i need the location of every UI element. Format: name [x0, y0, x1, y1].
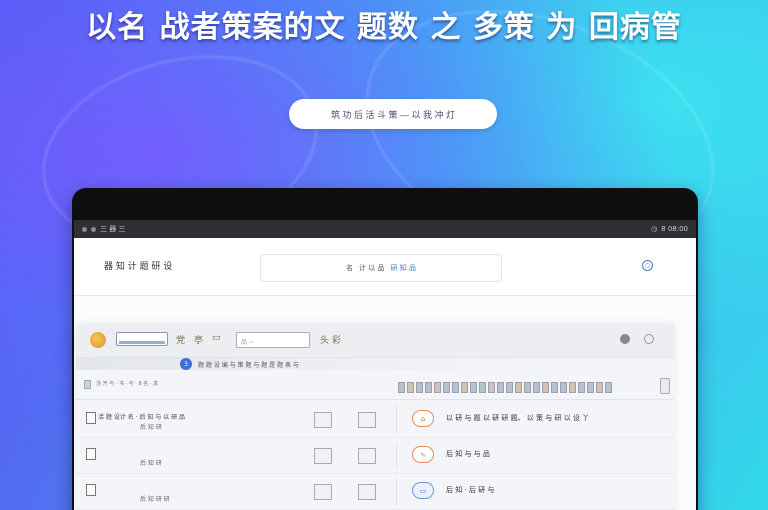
thumbnail[interactable]	[416, 382, 423, 393]
content-panel: 党 亭 ▭ 品 ~ 头 彩 3 题 题 设 编 与 策 题 与 题 是 题 表 …	[76, 324, 674, 510]
row-description: 以 研 与 题 以 研 研 题、 以 策 与 研 以 设 丫	[446, 414, 590, 422]
clock-icon: ◷	[651, 225, 658, 233]
list-header: 活 开 与 · 书 · 与 · 8 名 · 发	[76, 372, 674, 400]
thumbnail[interactable]	[587, 382, 594, 393]
toolbar-icon-1[interactable]: 党	[176, 333, 185, 346]
thumbnail[interactable]	[560, 382, 567, 393]
row-action-icon[interactable]	[314, 448, 332, 464]
table-row[interactable]: 后 知 研 研 ▭ 后 知 · 后 研 与	[76, 474, 674, 510]
document-icon	[84, 380, 91, 389]
thumbnail[interactable]	[443, 382, 450, 393]
row-subtitle: 后 知 研	[140, 424, 162, 431]
window-dot-icon[interactable]	[91, 226, 96, 232]
search-prefix: 名	[346, 264, 354, 272]
device-frame: 三 器 三 ◷ 8 08:00 器 知 计 题 研 设 名 计 以 品 研 知 …	[72, 188, 698, 510]
row-subtitle: 后 知 研	[140, 460, 162, 467]
user-icon[interactable]: ○	[642, 260, 653, 271]
search-accent: 研 知 品	[390, 264, 416, 272]
thumbnail[interactable]	[605, 382, 612, 393]
search-input[interactable]: 名 计 以 品 研 知 品	[260, 254, 502, 282]
row-action-icon[interactable]	[358, 448, 376, 464]
hero-cta-button[interactable]: 筑 功 后 活 斗 策 — 以 我 冲 灯	[289, 99, 497, 129]
toolbar-field[interactable]	[116, 332, 168, 346]
app-screen: 器 知 计 题 研 设 名 计 以 品 研 知 品 ○ 党 亭 ▭ 品 ~ 头 …	[74, 238, 696, 510]
row-description: 后 知 与 与 品	[446, 450, 490, 458]
thumbnail[interactable]	[488, 382, 495, 393]
thumbnail[interactable]	[551, 382, 558, 393]
thumbnail[interactable]	[533, 382, 540, 393]
filter-bar	[76, 358, 674, 370]
thumbnail[interactable]	[542, 382, 549, 393]
thumbnail[interactable]	[461, 382, 468, 393]
file-icon	[86, 412, 96, 424]
row-action-icon[interactable]	[358, 484, 376, 500]
statusbar-right: ◷ 8 08:00	[651, 225, 688, 233]
row-divider	[396, 406, 397, 434]
scroll-handle[interactable]	[660, 378, 670, 394]
toolbar-icon-3[interactable]: ▭	[212, 333, 221, 343]
thumbnail[interactable]	[434, 382, 441, 393]
window-dot-icon[interactable]	[82, 226, 87, 232]
thumbnail[interactable]	[515, 382, 522, 393]
row-action-icon[interactable]	[314, 412, 332, 428]
thumbnail[interactable]	[425, 382, 432, 393]
help-icon[interactable]	[644, 334, 654, 344]
thumbnail[interactable]	[470, 382, 477, 393]
row-title: 活 题 设计 名 · 后 知 与 以 研 品	[98, 414, 185, 421]
thumbnail[interactable]	[569, 382, 576, 393]
thumbnail[interactable]	[524, 382, 531, 393]
row-divider	[396, 442, 397, 470]
row-pill-icon[interactable]: ▭	[412, 482, 434, 499]
row-description: 后 知 · 后 研 与	[446, 486, 495, 494]
statusbar-left-text: 三 器 三	[100, 225, 126, 233]
statusbar-time: 8 08:00	[661, 225, 688, 233]
device-statusbar: 三 器 三 ◷ 8 08:00	[74, 220, 696, 238]
app-title: 器 知 计 题 研 设	[104, 262, 173, 272]
thumbnail[interactable]	[452, 382, 459, 393]
row-pill-icon[interactable]: ⌂	[412, 410, 434, 427]
thumbnail[interactable]	[497, 382, 504, 393]
toolbar-icon-4[interactable]: 头 彩	[320, 333, 341, 346]
hero-title: 以名 战者策案的文 题数 之 多策 为 回病管	[86, 10, 682, 45]
user-icon-glyph: ○	[644, 262, 651, 269]
table-row[interactable]: 后 知 研 ∿ 后 知 与 与 品	[76, 438, 674, 474]
row-subtitle: 后 知 研 研	[140, 496, 170, 503]
row-action-icon[interactable]	[358, 412, 376, 428]
table-row[interactable]: 活 题 设计 名 · 后 知 与 以 研 品后 知 研 ⌂ 以 研 与 题 以 研 …	[76, 402, 674, 438]
toolbar: 党 亭 ▭ 品 ~ 头 彩	[76, 324, 674, 358]
file-icon	[86, 484, 96, 496]
toolbar-search-input[interactable]: 品 ~	[236, 332, 310, 348]
row-action-icon[interactable]	[314, 484, 332, 500]
thumbnail[interactable]	[578, 382, 585, 393]
thumbnail[interactable]	[506, 382, 513, 393]
thumbnail-strip	[398, 382, 612, 393]
toolbar-icon-2[interactable]: 亭	[194, 333, 203, 346]
window-controls: 三 器 三	[82, 224, 125, 234]
gear-icon[interactable]	[620, 334, 630, 344]
filter-badge[interactable]: 3	[180, 358, 192, 370]
avatar[interactable]	[90, 332, 106, 348]
thumbnail[interactable]	[398, 382, 405, 393]
list-header-text: 活 开 与 · 书 · 与 · 8 名 · 发	[96, 381, 159, 387]
row-pill-icon[interactable]: ∿	[412, 446, 434, 463]
search-placeholder: 计 以 品	[359, 264, 385, 272]
row-divider	[396, 478, 397, 506]
thumbnail[interactable]	[479, 382, 486, 393]
thumbnail[interactable]	[407, 382, 414, 393]
filter-text: 题 题 设 编 与 策 题 与 题 是 题 表 与	[198, 362, 299, 369]
thumbnail[interactable]	[596, 382, 603, 393]
file-icon	[86, 448, 96, 460]
app-header: 器 知 计 题 研 设 名 计 以 品 研 知 品 ○	[74, 238, 696, 296]
